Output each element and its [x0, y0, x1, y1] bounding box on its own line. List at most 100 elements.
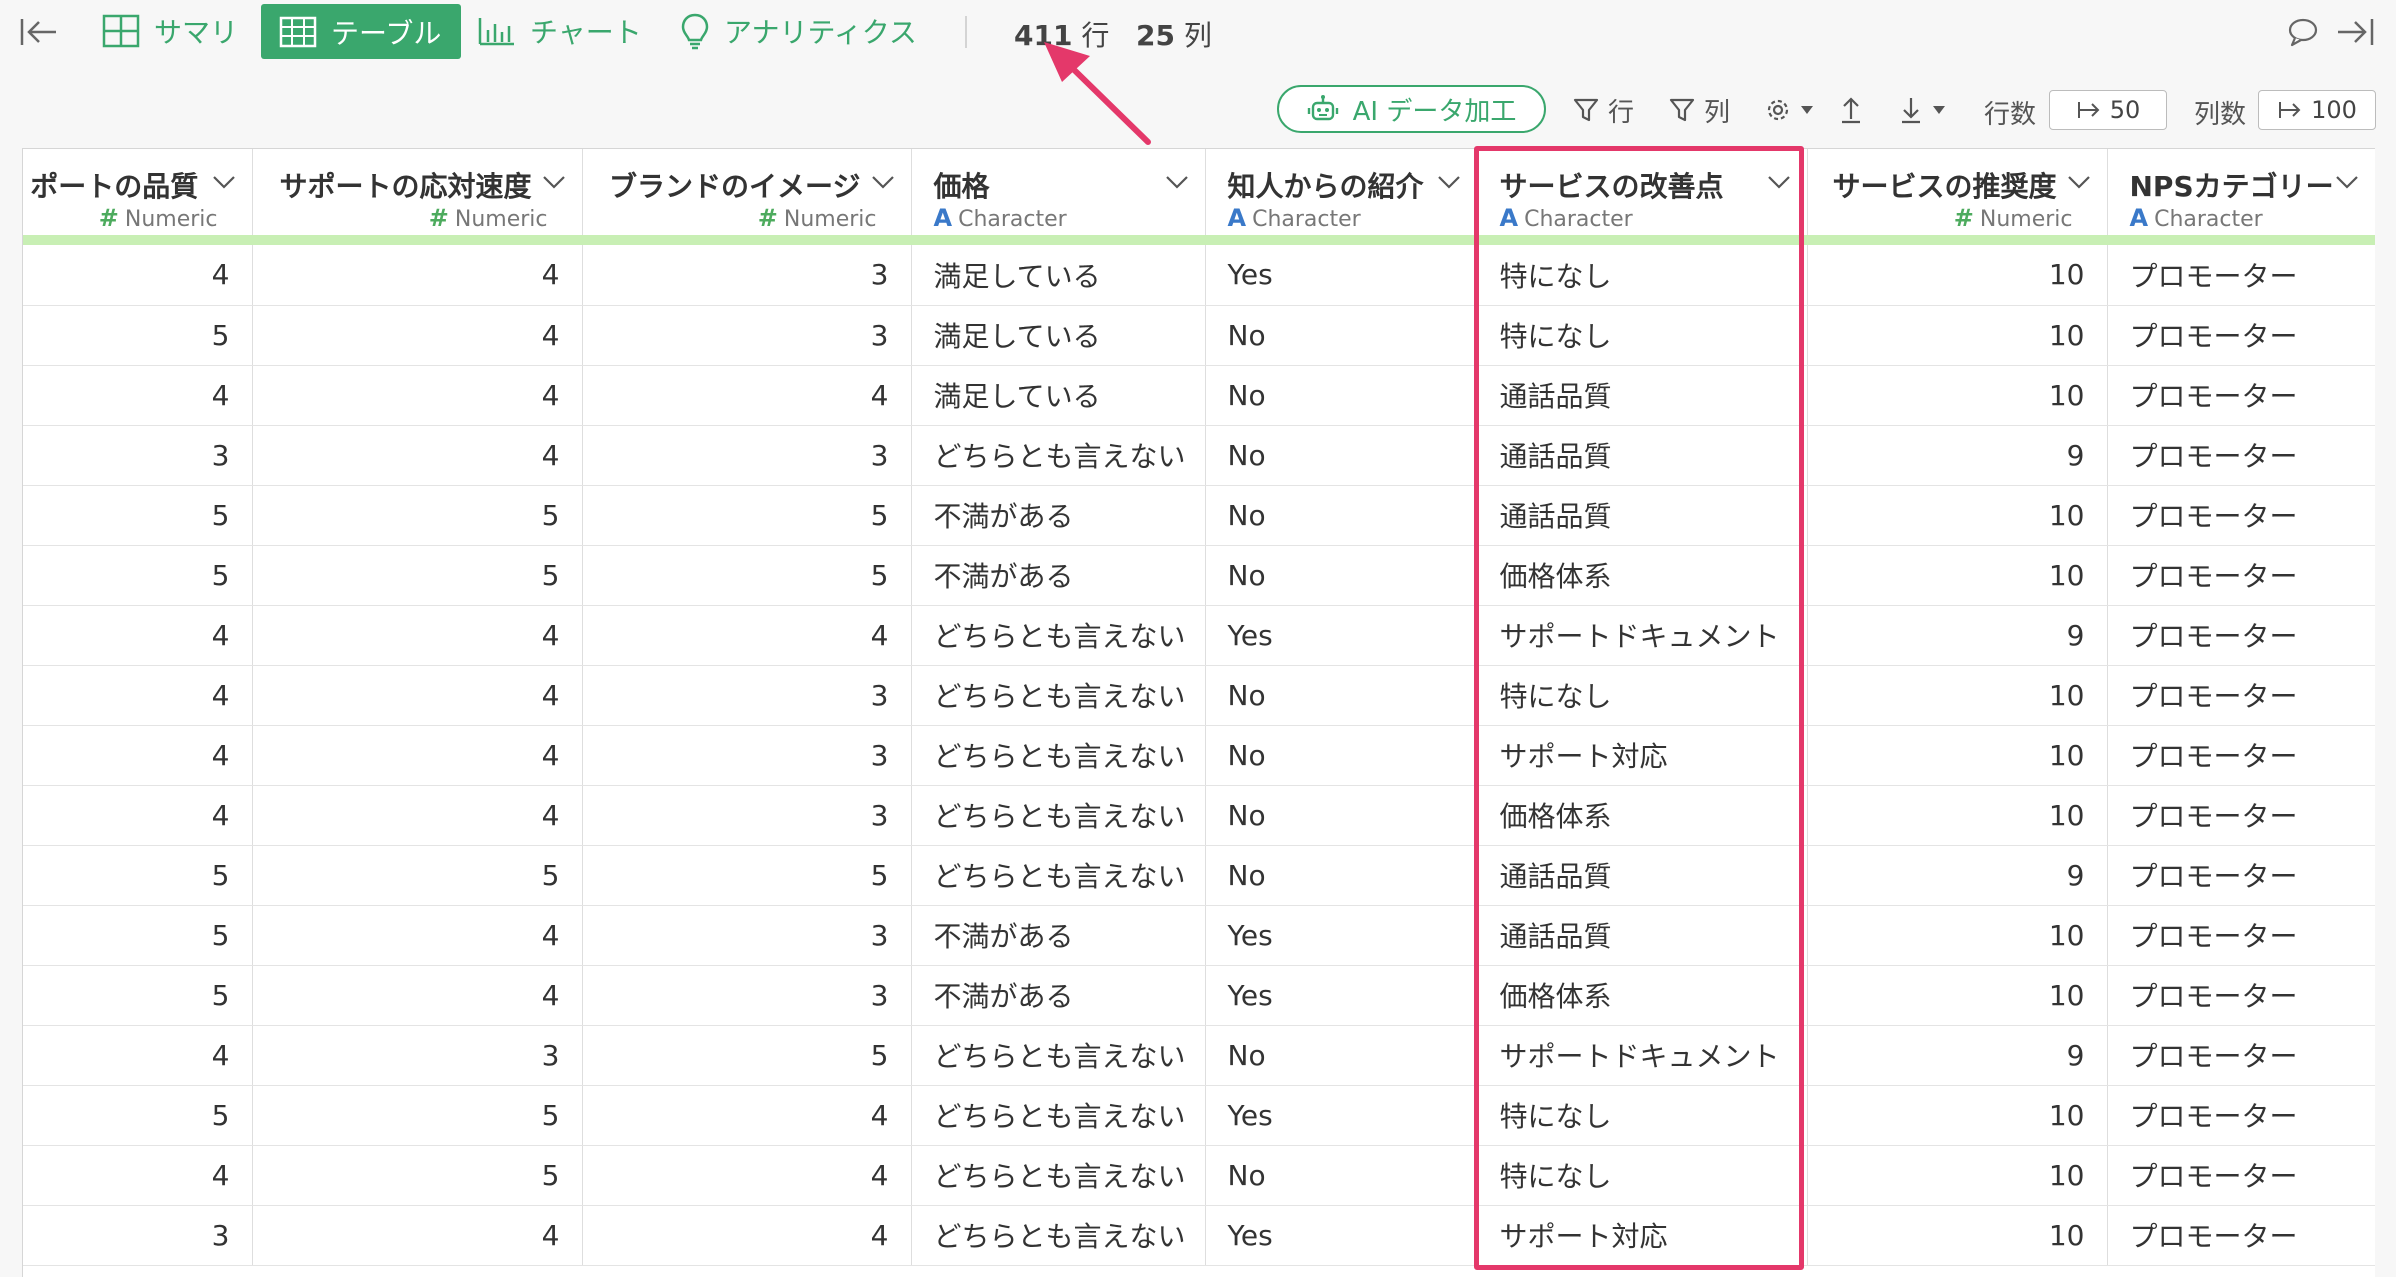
comment-icon[interactable] [2283, 14, 2323, 50]
table-cell[interactable]: プロモーター [2107, 305, 2375, 366]
collapse-right-icon[interactable] [2334, 14, 2376, 50]
table-cell[interactable]: 5 [252, 1145, 583, 1206]
table-cell[interactable]: 10 [1807, 785, 2108, 846]
column-header[interactable]: 価格 A Character [911, 149, 1206, 235]
table-cell[interactable]: 5 [23, 305, 253, 366]
table-cell[interactable]: Yes [1205, 245, 1478, 306]
table-cell[interactable]: どちらとも言えない [911, 1145, 1206, 1206]
column-limit-input[interactable]: 100 [2258, 90, 2376, 130]
table-cell[interactable]: 9 [1807, 1025, 2108, 1086]
table-cell[interactable]: プロモーター [2107, 365, 2375, 426]
table-cell[interactable]: プロモーター [2107, 725, 2375, 786]
table-cell[interactable]: 4 [252, 605, 583, 666]
column-header[interactable]: 知人からの紹介 A Character [1205, 149, 1478, 235]
table-cell[interactable]: 4 [252, 305, 583, 366]
table-cell[interactable]: 特になし [1477, 665, 1808, 726]
table-cell[interactable]: 5 [582, 845, 912, 906]
table-cell[interactable]: 4 [23, 245, 253, 306]
table-cell[interactable]: 価格体系 [1477, 965, 1808, 1026]
table-cell[interactable]: 価格体系 [1477, 545, 1808, 606]
table-cell[interactable]: 3 [582, 785, 912, 846]
table-cell[interactable]: Yes [1205, 1085, 1478, 1146]
table-cell[interactable]: No [1205, 785, 1478, 846]
table-cell[interactable]: どちらとも言えない [911, 1025, 1206, 1086]
column-header[interactable]: サービスの改善点 A Character [1477, 149, 1808, 235]
table-cell[interactable]: プロモーター [2107, 1085, 2375, 1146]
table-cell[interactable]: No [1205, 365, 1478, 426]
chevron-down-icon[interactable] [871, 175, 895, 189]
table-cell[interactable]: 5 [252, 845, 583, 906]
table-cell[interactable]: 5 [23, 485, 253, 546]
table-cell[interactable]: 10 [1807, 1085, 2108, 1146]
collapse-left-icon[interactable] [18, 14, 60, 50]
table-cell[interactable]: 5 [23, 845, 253, 906]
table-cell[interactable]: 4 [252, 425, 583, 486]
table-cell[interactable]: 5 [582, 485, 912, 546]
table-cell[interactable]: 9 [1807, 845, 2108, 906]
table-cell[interactable]: プロモーター [2107, 605, 2375, 666]
column-header[interactable]: ポートの品質 # Numeric [23, 149, 253, 235]
table-cell[interactable]: 3 [582, 425, 912, 486]
table-cell[interactable]: サポート対応 [1477, 725, 1808, 786]
table-cell[interactable]: プロモーター [2107, 785, 2375, 846]
table-cell[interactable]: Yes [1205, 1205, 1478, 1266]
table-cell[interactable]: どちらとも言えない [911, 1205, 1206, 1266]
table-cell[interactable]: 特になし [1477, 1085, 1808, 1146]
table-cell[interactable]: 3 [582, 305, 912, 366]
table-cell[interactable]: 満足している [911, 305, 1206, 366]
table-cell[interactable]: どちらとも言えない [911, 665, 1206, 726]
table-cell[interactable]: 通話品質 [1477, 425, 1808, 486]
table-cell[interactable]: 特になし [1477, 1145, 1808, 1206]
table-cell[interactable]: 4 [582, 1085, 912, 1146]
table-cell[interactable]: 9 [1807, 605, 2108, 666]
table-cell[interactable]: 10 [1807, 725, 2108, 786]
table-cell[interactable]: サポートドキュメント [1477, 605, 1808, 666]
table-cell[interactable]: 10 [1807, 1145, 2108, 1206]
filter-rows-button[interactable]: 行 [1572, 90, 1634, 130]
table-cell[interactable]: 通話品質 [1477, 485, 1808, 546]
table-cell[interactable]: 4 [23, 665, 253, 726]
table-cell[interactable]: 4 [582, 1145, 912, 1206]
table-cell[interactable]: 3 [582, 905, 912, 966]
table-cell[interactable]: 特になし [1477, 245, 1808, 306]
table-cell[interactable]: 不満がある [911, 905, 1206, 966]
table-cell[interactable]: プロモーター [2107, 425, 2375, 486]
table-cell[interactable]: プロモーター [2107, 905, 2375, 966]
table-cell[interactable]: 通話品質 [1477, 905, 1808, 966]
table-cell[interactable]: 価格体系 [1477, 785, 1808, 846]
table-cell[interactable]: 4 [252, 365, 583, 426]
table-cell[interactable]: 4 [23, 365, 253, 426]
table-cell[interactable]: 4 [582, 605, 912, 666]
tab-chart[interactable]: チャート [478, 0, 642, 62]
filter-columns-button[interactable]: 列 [1668, 90, 1730, 130]
table-cell[interactable]: No [1205, 845, 1478, 906]
chevron-down-icon[interactable] [1767, 175, 1791, 189]
table-cell[interactable]: 4 [23, 725, 253, 786]
table-cell[interactable]: 10 [1807, 905, 2108, 966]
table-cell[interactable]: 4 [23, 1145, 253, 1206]
table-cell[interactable]: 10 [1807, 305, 2108, 366]
table-cell[interactable]: プロモーター [2107, 245, 2375, 306]
table-cell[interactable]: 特になし [1477, 305, 1808, 366]
table-cell[interactable]: 不満がある [911, 545, 1206, 606]
tab-analytics[interactable]: アナリティクス [680, 0, 917, 62]
table-cell[interactable]: 4 [252, 725, 583, 786]
table-cell[interactable]: 10 [1807, 545, 2108, 606]
table-cell[interactable]: サポート対応 [1477, 1205, 1808, 1266]
table-cell[interactable]: 4 [23, 605, 253, 666]
table-cell[interactable]: プロモーター [2107, 965, 2375, 1026]
row-limit-input[interactable]: 50 [2049, 90, 2167, 130]
table-cell[interactable]: 4 [23, 785, 253, 846]
table-cell[interactable]: 5 [23, 905, 253, 966]
table-cell[interactable]: 4 [252, 1205, 583, 1266]
table-cell[interactable]: 3 [23, 1205, 253, 1266]
table-cell[interactable]: どちらとも言えない [911, 605, 1206, 666]
settings-button[interactable] [1764, 90, 1814, 130]
table-cell[interactable]: 4 [252, 785, 583, 846]
table-cell[interactable]: プロモーター [2107, 485, 2375, 546]
table-cell[interactable]: 通話品質 [1477, 365, 1808, 426]
table-cell[interactable]: 5 [23, 545, 253, 606]
table-cell[interactable]: No [1205, 725, 1478, 786]
column-header[interactable]: ブランドのイメージ # Numeric [582, 149, 912, 235]
table-cell[interactable]: 10 [1807, 485, 2108, 546]
